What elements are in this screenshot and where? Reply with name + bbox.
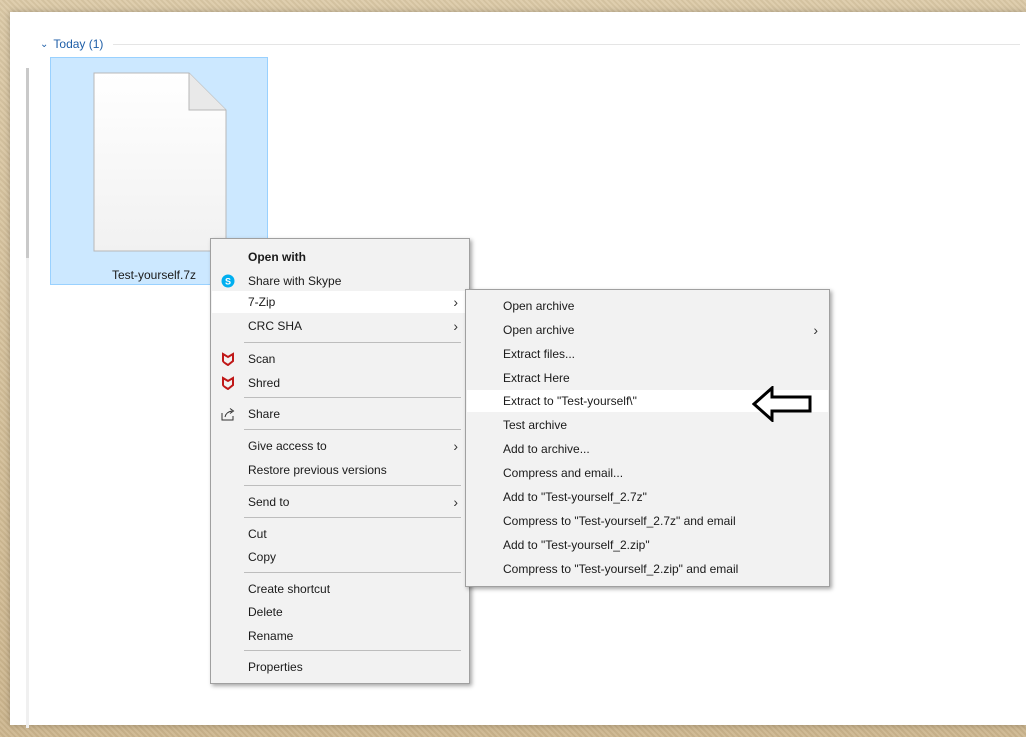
- menu-separator: [244, 342, 461, 343]
- menu-item-share[interactable]: Share: [212, 403, 468, 425]
- submenu-item-open-archive-more[interactable]: Open archive ›: [467, 319, 828, 341]
- scrollbar-thumb[interactable]: [26, 68, 29, 258]
- submenu-item-add-to-archive[interactable]: Add to archive...: [467, 438, 828, 460]
- menu-separator: [244, 517, 461, 518]
- submenu-item-add-to-7z[interactable]: Add to "Test-yourself_2.7z": [467, 486, 828, 508]
- menu-item-send-to[interactable]: Send to ›: [212, 491, 468, 513]
- menu-separator: [244, 397, 461, 398]
- svg-text:S: S: [225, 277, 231, 287]
- menu-item-rename[interactable]: Rename: [212, 625, 468, 647]
- menu-separator: [244, 650, 461, 651]
- chevron-right-icon: ›: [453, 438, 458, 454]
- menu-item-cut[interactable]: Cut: [212, 523, 468, 545]
- mcafee-icon: [222, 352, 234, 366]
- chevron-right-icon: ›: [453, 318, 458, 334]
- menu-item-give-access-to[interactable]: Give access to ›: [212, 435, 468, 457]
- document-icon: [93, 72, 227, 252]
- scrollbar-track[interactable]: [26, 258, 29, 728]
- submenu-item-compress-7z-email[interactable]: Compress to "Test-yourself_2.7z" and ema…: [467, 510, 828, 532]
- share-icon: [221, 408, 235, 421]
- context-menu: Open with S Share with Skype 7-Zip › CRC…: [210, 238, 470, 684]
- menu-item-copy[interactable]: Copy: [212, 546, 468, 568]
- menu-item-restore-previous-versions[interactable]: Restore previous versions: [212, 459, 468, 481]
- menu-item-properties[interactable]: Properties: [212, 656, 468, 678]
- chevron-right-icon: ›: [453, 494, 458, 510]
- menu-separator: [244, 485, 461, 486]
- submenu-item-open-archive[interactable]: Open archive: [467, 295, 828, 317]
- mcafee-icon: [222, 376, 234, 390]
- chevron-down-icon: ⌄: [40, 38, 49, 50]
- menu-item-crc-sha[interactable]: CRC SHA ›: [212, 315, 468, 337]
- menu-separator: [244, 429, 461, 430]
- menu-item-open-with[interactable]: Open with: [212, 246, 468, 268]
- group-divider: [113, 43, 1020, 45]
- submenu-item-compress-and-email[interactable]: Compress and email...: [467, 462, 828, 484]
- menu-item-share-with-skype[interactable]: S Share with Skype: [212, 270, 468, 292]
- left-arrow-callout-icon: [752, 386, 812, 422]
- menu-item-delete[interactable]: Delete: [212, 601, 468, 623]
- menu-item-shred[interactable]: Shred: [212, 372, 468, 394]
- menu-item-create-shortcut[interactable]: Create shortcut: [212, 578, 468, 600]
- group-label: Today (1): [53, 37, 104, 51]
- menu-item-7zip[interactable]: 7-Zip ›: [212, 291, 468, 313]
- submenu-item-add-to-zip[interactable]: Add to "Test-yourself_2.zip": [467, 534, 828, 556]
- menu-item-scan[interactable]: Scan: [212, 348, 468, 370]
- chevron-right-icon: ›: [453, 294, 458, 310]
- chevron-right-icon: ›: [813, 322, 818, 338]
- skype-icon: S: [221, 274, 235, 288]
- submenu-7zip: Open archive Open archive › Extract file…: [465, 289, 830, 587]
- menu-separator: [244, 572, 461, 573]
- submenu-item-extract-files[interactable]: Extract files...: [467, 343, 828, 365]
- submenu-item-compress-zip-email[interactable]: Compress to "Test-yourself_2.zip" and em…: [467, 558, 828, 580]
- group-header-today[interactable]: ⌄ Today (1): [40, 36, 1020, 52]
